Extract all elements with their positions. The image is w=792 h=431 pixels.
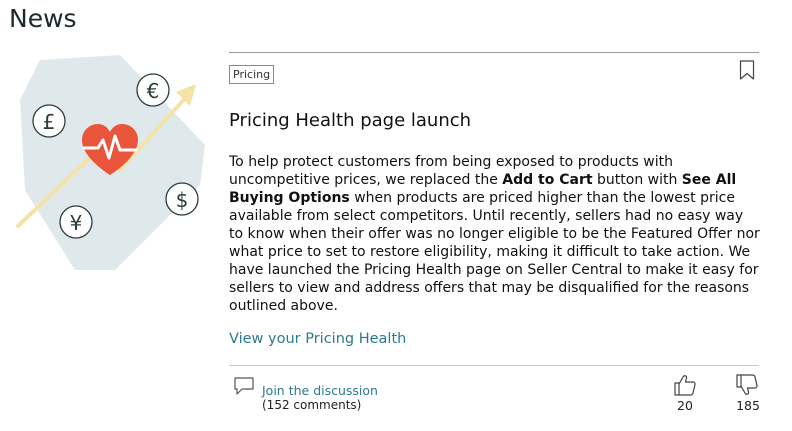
- yen-icon: ¥: [59, 205, 93, 239]
- euro-icon: €: [136, 73, 170, 107]
- pricing-health-illustration: € £ $ ¥: [16, 55, 205, 270]
- card-top-divider: [229, 52, 759, 53]
- svg-text:€: €: [147, 79, 160, 103]
- article-headline: Pricing Health page launch: [229, 110, 472, 131]
- add-to-cart-text: Add to Cart: [502, 172, 593, 188]
- body-text-3: when products are priced higher than the…: [229, 190, 760, 314]
- category-tag[interactable]: Pricing: [229, 65, 275, 84]
- join-discussion-link[interactable]: Join the discussion: [262, 383, 378, 398]
- thumbs-down-icon[interactable]: [735, 373, 759, 397]
- view-pricing-health-link[interactable]: View your Pricing Health: [229, 331, 406, 347]
- article-body: To help protect customers from being exp…: [229, 153, 761, 315]
- comment-icon[interactable]: [233, 376, 255, 396]
- dollar-icon: $: [165, 182, 199, 216]
- thumbs-up-icon[interactable]: [673, 373, 697, 397]
- card-bottom-divider: [229, 365, 759, 366]
- downvote-count: 185: [736, 398, 760, 413]
- body-text-2: button with: [592, 172, 682, 188]
- upvote-count: 20: [677, 398, 693, 413]
- page-title: News: [9, 4, 77, 33]
- pound-icon: £: [32, 104, 66, 138]
- comment-count: (152 comments): [262, 398, 362, 412]
- svg-text:$: $: [176, 188, 189, 212]
- bookmark-icon[interactable]: [739, 60, 755, 80]
- svg-text:¥: ¥: [70, 211, 83, 235]
- svg-text:£: £: [43, 110, 56, 134]
